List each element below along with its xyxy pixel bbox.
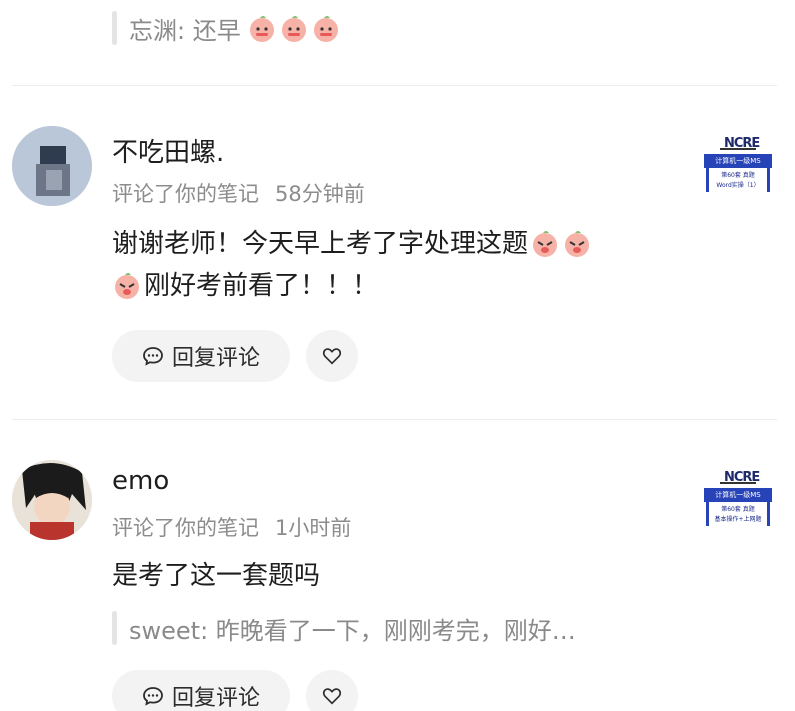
like-button[interactable] bbox=[306, 670, 358, 711]
action-text: 评论了你的笔记 bbox=[112, 516, 259, 540]
reply-comment-button[interactable]: 回复评论 bbox=[112, 330, 290, 382]
divider bbox=[12, 419, 777, 420]
reply-label: 回复评论 bbox=[171, 346, 260, 371]
thumbnail-subtitle: 第60套 真题 bbox=[721, 172, 755, 179]
thumbnail-subtitle-2: 基本操作+上网题 bbox=[714, 516, 762, 523]
quote-bar bbox=[112, 11, 117, 45]
peach-emoji-icon bbox=[533, 231, 558, 257]
peach-emoji-icon bbox=[565, 231, 590, 257]
quoted-reply-text: 忘渊: 还早 bbox=[129, 16, 241, 45]
thumbnail-title: 计算机一级MS bbox=[704, 488, 772, 502]
quoted-reply-text: sweet: 昨晚看了一下，刚刚考完，刚好… bbox=[129, 616, 576, 645]
peach-emoji-icon bbox=[313, 16, 338, 42]
reply-label: 回复评论 bbox=[171, 686, 260, 711]
comment-text-line-2: 刚好考前看了！！！ bbox=[112, 264, 378, 308]
comment-line-1: 谢谢老师！今天早上考了字处理这题 bbox=[112, 229, 529, 259]
avatar-image-icon bbox=[12, 126, 92, 206]
avatar[interactable] bbox=[12, 460, 92, 540]
username[interactable]: emo bbox=[112, 466, 169, 496]
thumbnail-subtitle-2: Word实操（1） bbox=[716, 182, 760, 189]
peach-emoji-icon bbox=[281, 16, 306, 42]
peach-emoji-icon bbox=[249, 16, 274, 42]
heart-icon bbox=[322, 688, 342, 705]
quoted-reply[interactable]: sweet: 昨晚看了一下，刚刚考完，刚好… bbox=[112, 610, 576, 646]
comment-bubble-icon bbox=[143, 347, 163, 366]
thumbnail-title: 计算机一级MS bbox=[704, 154, 772, 168]
comment-text: 谢谢老师！今天早上考了字处理这题 bbox=[112, 222, 592, 266]
heart-icon bbox=[322, 348, 342, 365]
action-text: 评论了你的笔记 bbox=[112, 182, 259, 206]
thumbnail-subtitle: 第60套 真题 bbox=[721, 506, 755, 513]
username[interactable]: 不吃田螺. bbox=[112, 132, 224, 169]
like-button[interactable] bbox=[306, 330, 358, 382]
quoted-reply: 忘渊: 还早 bbox=[112, 10, 341, 46]
timestamp: 1小时前 bbox=[275, 516, 352, 540]
note-thumbnail[interactable]: NCRE 计算机一级MS 第60套 真题 基本操作+上网题 bbox=[704, 470, 772, 528]
divider bbox=[12, 85, 777, 86]
comment-line-2: 刚好考前看了！！！ bbox=[144, 271, 379, 301]
comment-bubble-icon bbox=[143, 687, 163, 706]
comment-meta: 评论了你的笔记 58分钟前 bbox=[112, 178, 365, 208]
emoji-group bbox=[245, 13, 341, 43]
comment-meta: 评论了你的笔记 1小时前 bbox=[112, 512, 351, 542]
quote-bar bbox=[112, 611, 117, 645]
avatar[interactable] bbox=[12, 126, 92, 206]
reply-comment-button[interactable]: 回复评论 bbox=[112, 670, 290, 711]
comment-text: 是考了这一套题吗 bbox=[112, 561, 321, 591]
timestamp: 58分钟前 bbox=[275, 182, 365, 206]
avatar-image-icon bbox=[12, 460, 92, 540]
note-thumbnail[interactable]: NCRE 计算机一级MS 第60套 真题 Word实操（1） bbox=[704, 136, 772, 194]
peach-emoji-icon bbox=[115, 273, 139, 299]
